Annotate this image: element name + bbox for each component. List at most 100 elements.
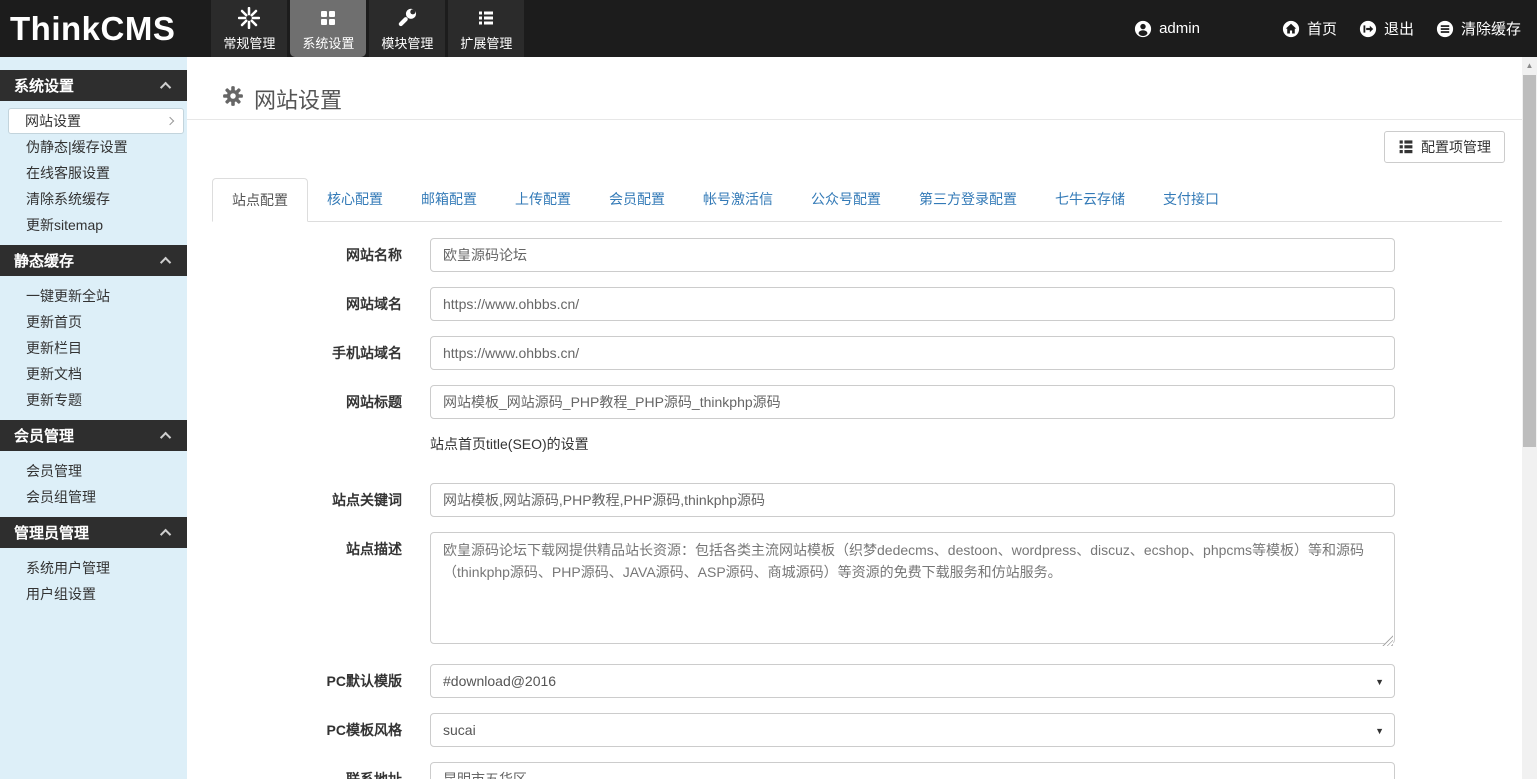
topbar-link-1[interactable]: 首页 (1282, 18, 1337, 39)
tab-7[interactable]: 公众号配置 (792, 178, 900, 222)
sidebar-item[interactable]: 更新专题 (0, 387, 187, 413)
topnav-item-4[interactable]: 扩展管理 (448, 0, 524, 57)
topbar-link-2[interactable]: 退出 (1359, 18, 1414, 39)
sidebar-item-label: 会员组管理 (26, 489, 96, 505)
asterisk-icon (238, 6, 260, 30)
form-row: 网站标题 (212, 385, 1522, 419)
scrollbar-thumb[interactable] (1523, 75, 1536, 447)
sidebar-item[interactable]: 更新栏目 (0, 335, 187, 361)
sidebar-item[interactable]: 伪静态|缓存设置 (0, 134, 187, 160)
field-control: #download@2016▼ (430, 664, 1395, 698)
sidebar-section-header[interactable]: 系统设置 (0, 70, 187, 101)
topnav-item-1[interactable]: 常规管理 (211, 0, 287, 57)
contact-address-input[interactable] (430, 762, 1395, 779)
field-control (430, 483, 1395, 517)
config-items-button[interactable]: 配置项管理 (1384, 131, 1505, 163)
sidebar-item[interactable]: 会员组管理 (0, 484, 187, 510)
tab-2[interactable]: 核心配置 (308, 178, 402, 222)
tab-9[interactable]: 七牛云存储 (1036, 178, 1144, 222)
topnav-item-label: 系统设置 (302, 33, 354, 52)
sidebar-item[interactable]: 清除系统缓存 (0, 186, 187, 212)
chevron-up-icon (160, 528, 171, 539)
topbar: ThinkCMS 常规管理系统设置模块管理扩展管理 admin 首页 退出 清除缓存 (0, 0, 1537, 57)
form-row: 手机站域名 (212, 336, 1522, 370)
topnav-item-label: 扩展管理 (460, 33, 512, 52)
form-row: 站点描述欧皇源码论坛下载网提供精品站长资源：包括各类主流网站模板（织梦dedec… (212, 532, 1522, 649)
user-menu[interactable]: admin (1134, 20, 1200, 38)
sidebar-section-title: 静态缓存 (14, 250, 74, 271)
sidebar-item-label: 更新专题 (26, 392, 82, 408)
site-domain-input[interactable] (430, 287, 1395, 321)
sidebar-item[interactable]: 更新首页 (0, 309, 187, 335)
sidebar-item[interactable]: 网站设置 (8, 108, 184, 134)
tab-8[interactable]: 第三方登录配置 (900, 178, 1036, 222)
field-label: 网站域名 (212, 287, 402, 321)
sidebar-section-header[interactable]: 管理员管理 (0, 517, 187, 548)
sidebar-item-label: 网站设置 (25, 109, 81, 133)
sidebar-item[interactable]: 系统用户管理 (0, 555, 187, 581)
chevron-right-icon (166, 117, 174, 125)
topbar-link-3[interactable]: 清除缓存 (1436, 18, 1521, 39)
site-description-textarea[interactable]: 欧皇源码论坛下载网提供精品站长资源：包括各类主流网站模板（织梦dedecms、d… (430, 532, 1395, 644)
home-icon (1282, 20, 1300, 38)
topbar-link-label: 清除缓存 (1461, 18, 1521, 39)
sidebar-item[interactable]: 在线客服设置 (0, 160, 187, 186)
topbar-link-label: 首页 (1307, 18, 1337, 39)
tab-10[interactable]: 支付接口 (1144, 178, 1238, 222)
sidebar-item-label: 用户组设置 (26, 586, 96, 602)
pc-default-template-select[interactable]: #download@2016▼ (430, 664, 1395, 698)
form-row: 联系地址 (212, 762, 1522, 779)
main-content: 网站设置 配置项管理 站点配置核心配置邮箱配置上传配置会员配置帐号激活信公众号配… (187, 57, 1522, 779)
field-control (430, 762, 1395, 779)
sidebar-item-label: 清除系统缓存 (26, 191, 110, 207)
topbar-link-label: 退出 (1384, 18, 1414, 39)
form-row: 站点关键词 (212, 483, 1522, 517)
sidebar-item[interactable]: 更新sitemap (0, 212, 187, 238)
sidebar-item-label: 更新文档 (26, 366, 82, 382)
tab-4[interactable]: 上传配置 (496, 178, 590, 222)
field-control (430, 238, 1395, 272)
page-header: 网站设置 (187, 57, 1522, 120)
pc-template-style-select[interactable]: sucai▼ (430, 713, 1395, 747)
topnav-item-3[interactable]: 模块管理 (369, 0, 445, 57)
sidebar-section-title: 会员管理 (14, 425, 74, 446)
logout-icon (1359, 20, 1377, 38)
sidebar-item-label: 在线客服设置 (26, 165, 110, 181)
tab-6[interactable]: 帐号激活信 (684, 178, 792, 222)
sidebar-item[interactable]: 一键更新全站 (0, 283, 187, 309)
sidebar-item[interactable]: 更新文档 (0, 361, 187, 387)
sidebar-item-label: 会员管理 (26, 463, 82, 479)
field-label: 站点关键词 (212, 483, 402, 517)
chevron-up-icon (160, 81, 171, 92)
sidebar-section-header[interactable]: 静态缓存 (0, 245, 187, 276)
gear-icon (222, 85, 244, 113)
sidebar-item-label: 更新栏目 (26, 340, 82, 356)
field-control (430, 336, 1395, 370)
site-title-input[interactable] (430, 385, 1395, 419)
scrollbar-up-arrow[interactable]: ▲ (1522, 57, 1537, 73)
sidebar-item[interactable]: 用户组设置 (0, 581, 187, 607)
field-label: PC默认模版 (212, 664, 402, 698)
sidebar-item-label: 一键更新全站 (26, 288, 110, 304)
sidebar-section-header[interactable]: 会员管理 (0, 420, 187, 451)
field-label: 网站标题 (212, 385, 402, 419)
grid-icon (318, 6, 338, 30)
page-title-text: 网站设置 (254, 83, 342, 115)
app-logo[interactable]: ThinkCMS (0, 0, 189, 57)
topnav-item-2[interactable]: 系统设置 (290, 0, 366, 57)
field-label: 手机站域名 (212, 336, 402, 370)
tab-1[interactable]: 站点配置 (212, 178, 308, 222)
tab-5[interactable]: 会员配置 (590, 178, 684, 222)
vertical-scrollbar[interactable]: ▲ (1522, 57, 1537, 779)
tab-3[interactable]: 邮箱配置 (402, 178, 496, 222)
form-row: PC默认模版 #download@2016▼ (212, 664, 1522, 698)
site-keywords-input[interactable] (430, 483, 1395, 517)
field-control (430, 385, 1395, 419)
sidebar-item[interactable]: 会员管理 (0, 458, 187, 484)
field-control: sucai▼ (430, 713, 1395, 747)
selected-value: #download@2016 (443, 673, 556, 689)
sidebar-item-label: 更新首页 (26, 314, 82, 330)
mobile-domain-input[interactable] (430, 336, 1395, 370)
sidebar-item-label: 伪静态|缓存设置 (26, 139, 128, 155)
site-name-input[interactable] (430, 238, 1395, 272)
